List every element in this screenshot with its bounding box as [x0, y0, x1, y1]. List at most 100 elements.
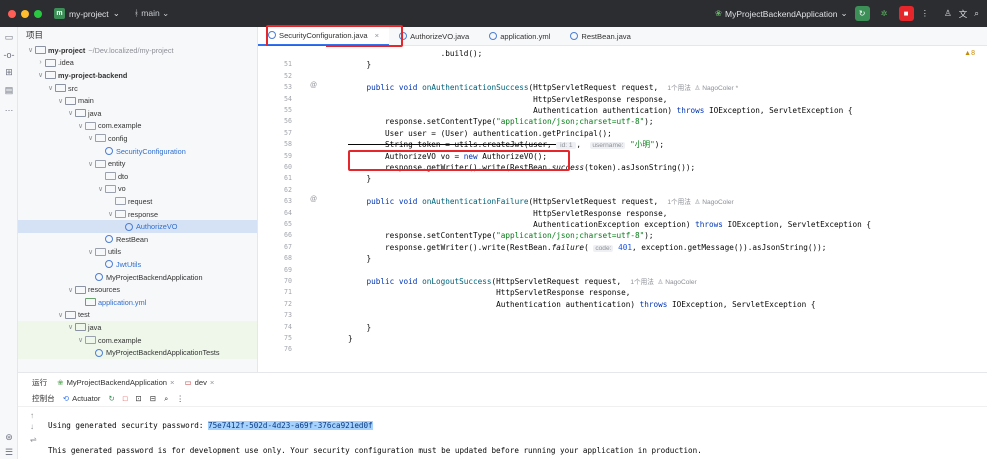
project-switcher[interactable]: m my-project ⌄: [54, 8, 120, 19]
rerun-icon[interactable]: ↻: [854, 6, 870, 21]
run-config-selector[interactable]: ❀ MyProjectBackendApplication ⌄: [715, 8, 848, 19]
bookmarks-tool-icon[interactable]: ▤: [0, 85, 18, 96]
tree-item[interactable]: ∨ resources: [18, 283, 257, 296]
tree-item[interactable]: ∨ entity: [18, 157, 257, 170]
branch-switcher[interactable]: ᚼ main ⌄: [134, 8, 169, 19]
more-tools-icon[interactable]: …: [0, 103, 18, 113]
tree-item[interactable]: request: [18, 195, 257, 208]
actuator-icon: ⟲: [62, 394, 70, 403]
maximize-window-button[interactable]: [34, 9, 42, 18]
line-number: 52: [284, 71, 292, 80]
more-icon[interactable]: ⋮: [176, 394, 184, 403]
close-icon[interactable]: ×: [210, 378, 214, 387]
tree-item[interactable]: ∨ config: [18, 132, 257, 145]
stop-icon[interactable]: □: [123, 394, 128, 403]
override-marker-icon[interactable]: @: [310, 82, 317, 89]
expand-chevron-icon[interactable]: ∨: [86, 248, 95, 256]
tree-item[interactable]: › .idea: [18, 57, 257, 70]
expand-chevron-icon[interactable]: ∨: [26, 46, 35, 54]
tree-item[interactable]: AuthorizeVO: [18, 220, 257, 233]
editor-tab[interactable]: application.yml: [479, 27, 560, 46]
tree-item-label: src: [68, 83, 78, 93]
expand-chevron-icon[interactable]: ∨: [66, 286, 75, 294]
console-password-value[interactable]: 75e7412f-502d-4d23-a69f-376ca921ed0f: [208, 421, 373, 430]
expand-chevron-icon[interactable]: ∨: [86, 134, 95, 142]
scroll-down-icon[interactable]: ↓: [30, 422, 34, 431]
tree-item[interactable]: ∨ test: [18, 309, 257, 322]
expand-chevron-icon[interactable]: ∨: [46, 84, 55, 92]
tree-header: 项目: [26, 30, 44, 40]
tree-item[interactable]: ∨ src: [18, 82, 257, 95]
code-token: code:: [593, 244, 614, 252]
tree-item[interactable]: ∨ com.example: [18, 333, 257, 347]
close-window-button[interactable]: [8, 9, 16, 18]
line-number: 58: [284, 140, 292, 149]
folder-icon: [65, 96, 76, 105]
expand-chevron-icon[interactable]: ∨: [106, 210, 115, 218]
override-marker-icon[interactable]: @: [310, 196, 317, 203]
dev-tab[interactable]: ▭ dev ×: [184, 378, 214, 387]
stop-icon[interactable]: ■: [898, 6, 914, 21]
debug-icon[interactable]: ✲: [877, 6, 892, 21]
editor-tab-label: application.yml: [500, 31, 551, 41]
console-output[interactable]: ↑ ↓ ⇌ Using generated security password:…: [18, 409, 987, 459]
project-badge: m: [54, 8, 65, 19]
tree-item[interactable]: MyProjectBackendApplicationTests: [18, 346, 257, 359]
tree-item-label: resources: [88, 285, 121, 295]
tree-item[interactable]: ∨ com.example: [18, 120, 257, 133]
minimize-window-button[interactable]: [21, 9, 29, 18]
close-icon[interactable]: ×: [170, 378, 174, 387]
tree-item[interactable]: ∨ java: [18, 321, 257, 334]
tree-item[interactable]: SecurityConfiguration: [18, 145, 257, 158]
tree-item[interactable]: MyProjectBackendApplication: [18, 271, 257, 284]
tree-item[interactable]: JwtUtils: [18, 258, 257, 271]
code-editor[interactable]: .build(); } public void onAuthentication…: [326, 46, 987, 372]
warning-badge[interactable]: ▲8: [964, 50, 975, 57]
run-config-tab[interactable]: ❀ MyProjectBackendApplication ×: [57, 378, 174, 387]
wrap-icon[interactable]: ⇌: [30, 435, 37, 444]
editor-tab-label: RestBean.java: [581, 31, 631, 41]
camera-icon[interactable]: ⊡: [135, 394, 141, 403]
expand-chevron-icon[interactable]: ∨: [76, 122, 85, 130]
editor-gutter: 51 52 53 @54 55 56 57 58 59 60 61 62 63 @64 65 66 67 68 69…: [258, 46, 326, 372]
tree-item[interactable]: ∨ utils: [18, 246, 257, 259]
tree-item[interactable]: dto: [18, 170, 257, 183]
tree-item[interactable]: ∨ my-project-backend: [18, 69, 257, 82]
tool-window-strip: ▭ -o- ⊞ ▤ … ⊛ ☰: [0, 27, 18, 459]
structure-tool-icon[interactable]: ⊞: [0, 67, 18, 78]
tree-item[interactable]: ∨ response: [18, 208, 257, 221]
editor-tab[interactable]: RestBean.java: [560, 27, 640, 46]
expand-chevron-icon[interactable]: ∨: [36, 71, 45, 79]
translate-icon[interactable]: 文: [959, 8, 968, 20]
expand-chevron-icon[interactable]: ∨: [66, 109, 75, 117]
services-tool-icon[interactable]: ⊛: [0, 432, 18, 443]
console-tab[interactable]: 控制台: [32, 393, 55, 404]
project-tool-icon[interactable]: ▭: [0, 32, 18, 43]
actuator-tab[interactable]: ⟲ Actuator: [63, 394, 101, 403]
restore-layout-icon[interactable]: ⊟: [150, 394, 156, 403]
search-icon[interactable]: ⌕: [974, 8, 979, 19]
pkg-icon: [95, 159, 106, 168]
expand-chevron-icon[interactable]: ›: [36, 59, 45, 66]
search-console-icon[interactable]: ⌕: [164, 394, 168, 404]
tree-item[interactable]: ∨ java: [18, 107, 257, 120]
tree-item[interactable]: application.yml: [18, 296, 257, 309]
expand-chevron-icon[interactable]: ∨: [86, 160, 95, 168]
tree-item[interactable]: ∨ my-project ~/Dev.localized/my-project: [18, 44, 257, 57]
tree-item[interactable]: RestBean: [18, 233, 257, 246]
expand-chevron-icon[interactable]: ∨: [56, 97, 65, 105]
expand-chevron-icon[interactable]: ∨: [96, 185, 105, 193]
rerun-icon[interactable]: ↻: [108, 394, 114, 403]
expand-chevron-icon[interactable]: ∨: [76, 336, 85, 344]
more-icon[interactable]: ⋮: [921, 8, 930, 19]
account-icon[interactable]: ♙: [944, 8, 952, 19]
expand-chevron-icon[interactable]: ∨: [56, 311, 65, 319]
commit-tool-icon[interactable]: -o-: [0, 50, 18, 60]
scroll-up-icon[interactable]: ↑: [30, 411, 34, 420]
tree-item[interactable]: ∨ main: [18, 94, 257, 107]
terminal-tool-icon[interactable]: ☰: [0, 447, 18, 458]
tree-item[interactable]: ∨ vo: [18, 183, 257, 196]
expand-chevron-icon[interactable]: ∨: [66, 323, 75, 331]
line-number: 59: [284, 151, 292, 160]
